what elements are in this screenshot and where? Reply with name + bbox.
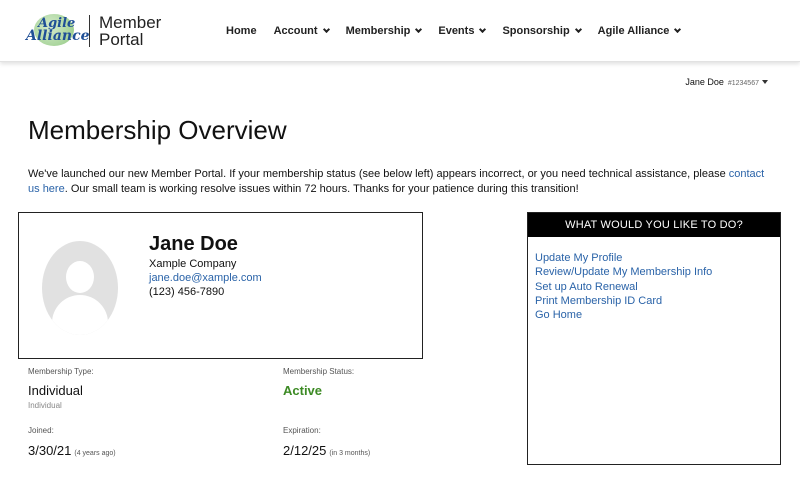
chevron-down-icon [574,25,582,34]
user-menu[interactable]: Jane Doe #1234567 [685,77,768,87]
site-header: Agile Alliance Member Portal Home Accoun… [0,0,800,62]
membership-status-value: Active [283,383,323,398]
nav-sponsorship-label: Sponsorship [502,25,570,37]
chevron-down-icon [415,25,423,34]
nav-account-label: Account [273,25,318,37]
portal-title-line1: Member [99,13,162,32]
nav-agile-alliance[interactable]: Agile Alliance [597,25,682,37]
expiration-date: 2/12/25 [283,443,327,458]
nav-membership-label: Membership [345,25,411,37]
portal-title: Member Portal [99,14,161,48]
actions-list: Update My Profile Review/Update My Membe… [528,237,780,322]
membership-type-label: Membership Type: [28,367,94,376]
profile-email-link[interactable]: jane.doe@xample.com [149,272,262,284]
logo-divider [89,15,90,47]
nav-sponsorship[interactable]: Sponsorship [502,25,582,37]
nav-membership[interactable]: Membership [345,25,423,37]
list-item: Print Membership ID Card [535,294,780,308]
joined-label: Joined: [28,426,54,435]
chevron-down-icon [322,25,330,34]
caret-down-icon [762,80,768,84]
list-item: Set up Auto Renewal [535,280,780,294]
nav-home-label: Home [226,25,257,37]
notice-text-after: . Our small team is working resolve issu… [64,183,579,195]
avatar-placeholder-icon [42,241,118,335]
logo-text-line2: Alliance [26,28,90,44]
nav-agile-alliance-label: Agile Alliance [597,25,670,37]
auto-renewal-link[interactable]: Set up Auto Renewal [535,281,638,293]
page-title: Membership Overview [28,115,287,145]
review-membership-link[interactable]: Review/Update My Membership Info [535,266,712,278]
nav-account[interactable]: Account [273,25,330,37]
actions-panel: WHAT WOULD YOU LIKE TO DO? Update My Pro… [527,212,781,465]
avatar-body [52,295,108,335]
nav-home[interactable]: Home [226,25,257,37]
here-link[interactable]: here [43,183,65,195]
chevron-down-icon [674,25,682,34]
list-item: Review/Update My Membership Info [535,265,780,279]
notice-text-before: We've launched our new Member Portal. If… [28,168,729,180]
list-item: Go Home [535,308,780,322]
membership-status-label: Membership Status: [283,367,355,376]
list-item: Update My Profile [535,251,780,265]
notice-text: We've launched our new Member Portal. If… [28,167,776,197]
profile-card: Jane Doe Xample Company jane.doe@xample.… [18,212,423,359]
membership-type-sub: Individual [28,401,62,410]
user-id: #1234567 [727,80,759,87]
print-id-card-link[interactable]: Print Membership ID Card [535,295,662,307]
profile-company: Xample Company [149,258,237,270]
user-name: Jane Doe [685,77,724,87]
expiration-label: Expiration: [283,426,321,435]
expiration-value: 2/12/25 (in 3 months) [283,443,370,458]
chevron-down-icon [479,25,487,34]
profile-phone: (123) 456-7890 [149,286,225,298]
go-home-link[interactable]: Go Home [535,309,582,321]
expiration-note: (in 3 months) [329,450,371,457]
nav-events-label: Events [438,25,475,37]
agile-alliance-logo[interactable]: Agile Alliance [26,14,90,48]
joined-note: (4 years ago) [74,450,116,457]
joined-date: 3/30/21 [28,443,72,458]
membership-type-value: Individual [28,383,83,398]
actions-heading: WHAT WOULD YOU LIKE TO DO? [528,213,780,237]
portal-title-line2: Portal [99,30,144,49]
nav-events[interactable]: Events [438,25,487,37]
joined-value: 3/30/21 (4 years ago) [28,443,116,458]
update-profile-link[interactable]: Update My Profile [535,252,622,264]
main-nav: Home Account Membership Events Sponsorsh… [226,25,697,37]
avatar-head [66,261,94,293]
profile-name: Jane Doe [149,233,238,255]
